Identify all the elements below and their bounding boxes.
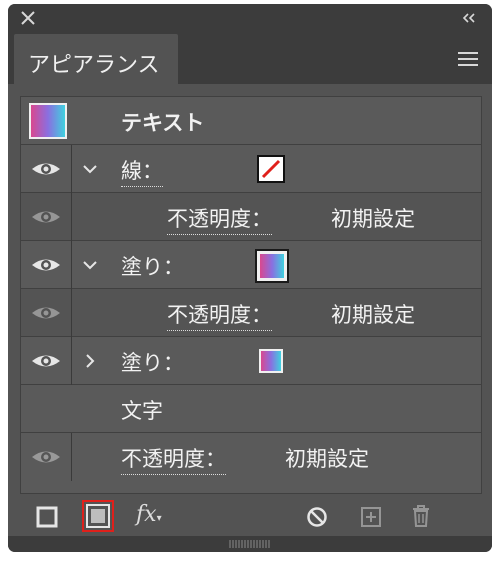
hamburger-menu-icon[interactable] <box>458 52 478 66</box>
fill-opacity-label[interactable]: 不透明度： <box>167 299 272 331</box>
row-separator <box>71 433 72 481</box>
visibility-eye-icon[interactable] <box>29 445 63 469</box>
chevron-right-icon[interactable] <box>81 349 99 373</box>
visibility-eye-icon[interactable] <box>29 301 63 325</box>
gradient-thumbnail <box>29 103 67 139</box>
opacity-label[interactable]: 不透明度： <box>121 443 226 475</box>
fill-label[interactable]: 塗り： <box>121 251 184 281</box>
row-separator <box>71 241 72 289</box>
stroke-none-swatch[interactable] <box>257 155 285 183</box>
row-separator <box>71 145 72 193</box>
tab-appearance[interactable]: アピアランス <box>14 34 178 84</box>
text-object-row[interactable]: テキスト <box>21 97 481 145</box>
panel-titlebar <box>8 4 492 32</box>
appearance-panel: アピアランス テキスト 線： 不透明度： 初期設定 塗り： 不透明度： 初期設定… <box>8 4 492 552</box>
stroke-opacity-row[interactable]: 不透明度： 初期設定 <box>21 193 481 241</box>
double-chevron-left-icon[interactable] <box>460 9 478 27</box>
characters-row[interactable]: 文字 <box>21 385 481 433</box>
row-separator <box>71 193 72 241</box>
visibility-eye-icon[interactable] <box>29 205 63 229</box>
fill-gradient-swatch[interactable] <box>259 349 283 373</box>
stroke-row[interactable]: 線： <box>21 145 481 193</box>
fill-gradient-swatch[interactable] <box>255 249 289 283</box>
fill-row-1[interactable]: 塗り： <box>21 241 481 289</box>
close-icon[interactable] <box>20 10 36 26</box>
stroke-label[interactable]: 線： <box>121 155 163 187</box>
stroke-opacity-value: 初期設定 <box>331 207 415 231</box>
fill-label[interactable]: 塗り： <box>121 347 184 377</box>
add-new-fill-button[interactable] <box>82 500 114 532</box>
fill-opacity-value: 初期設定 <box>331 303 415 327</box>
tab-label: アピアランス <box>28 53 160 78</box>
opacity-row[interactable]: 不透明度： 初期設定 <box>21 433 481 481</box>
add-new-fill-icon <box>86 504 110 528</box>
row-separator <box>71 337 72 385</box>
chevron-down-icon[interactable] <box>81 253 99 277</box>
delete-icon[interactable] <box>410 504 432 528</box>
text-object-label: テキスト <box>121 111 205 135</box>
stroke-opacity-label[interactable]: 不透明度： <box>167 203 272 235</box>
fx-effect-icon[interactable]: fx▾ <box>136 502 162 527</box>
visibility-eye-icon[interactable] <box>29 157 63 181</box>
chevron-down-icon[interactable] <box>81 157 99 181</box>
fx-label: fx <box>136 502 157 527</box>
clear-appearance-icon[interactable] <box>306 506 328 528</box>
fill-row-2[interactable]: 塗り： <box>21 337 481 385</box>
resize-grip[interactable] <box>8 536 492 552</box>
grip-lines-icon <box>229 540 270 548</box>
opacity-value: 初期設定 <box>285 447 369 471</box>
visibility-eye-icon[interactable] <box>29 253 63 277</box>
tab-bar: アピアランス <box>8 32 492 84</box>
visibility-eye-icon[interactable] <box>29 349 63 373</box>
none-slash-icon <box>261 159 281 179</box>
row-separator <box>71 289 72 337</box>
add-new-stroke-icon[interactable] <box>36 506 58 528</box>
fill-opacity-row[interactable]: 不透明度： 初期設定 <box>21 289 481 337</box>
characters-label[interactable]: 文字 <box>121 395 163 425</box>
appearance-list: テキスト 線： 不透明度： 初期設定 塗り： 不透明度： 初期設定 塗り： 文字… <box>20 96 482 494</box>
duplicate-item-icon[interactable] <box>360 506 382 528</box>
